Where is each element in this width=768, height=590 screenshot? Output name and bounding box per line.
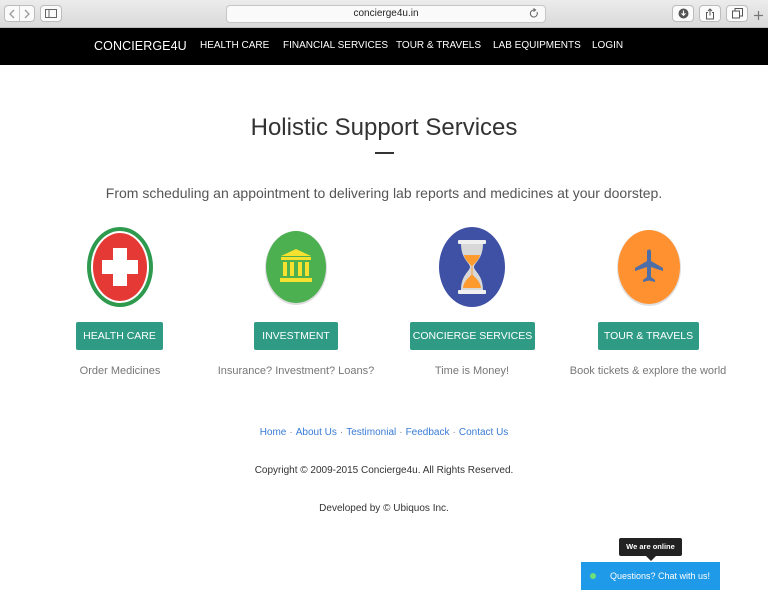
bank-icon [261, 225, 331, 309]
footer-separator: · [289, 427, 293, 438]
tour-travels-button[interactable]: TOUR & TRAVELS [598, 322, 699, 350]
health-care-caption: Order Medicines [79, 365, 161, 377]
back-icon[interactable] [5, 6, 19, 21]
tabs-icon[interactable] [726, 5, 748, 22]
forward-icon[interactable] [20, 6, 34, 21]
concierge-services-button[interactable]: CONCIERGE SERVICES [410, 322, 535, 350]
browser-toolbar: concierge4u.in [0, 0, 768, 28]
nav-login[interactable]: LOGIN [592, 40, 623, 51]
footer-link-home[interactable]: Home [260, 427, 287, 438]
footer-link-about-us[interactable]: About Us [296, 427, 337, 438]
investment-button[interactable]: INVESTMENT [254, 322, 338, 350]
site-navbar: CONCIERGE4U HEALTH CARE FINANCIAL SERVIC… [0, 28, 768, 65]
airplane-icon [614, 225, 684, 309]
nav-lab-equipments[interactable]: LAB EQUIPMENTS [493, 40, 581, 51]
health-care-button[interactable]: HEALTH CARE [76, 322, 163, 350]
title-divider [375, 152, 394, 154]
online-indicator-icon [590, 573, 596, 579]
footer-link-testimonial[interactable]: Testimonial [346, 427, 396, 438]
hourglass-icon [437, 225, 507, 309]
chat-widget-button[interactable]: Questions? Chat with us! [581, 562, 720, 590]
nav-health-care[interactable]: HEALTH CARE [200, 40, 269, 51]
nav-tour-travels[interactable]: TOUR & TRAVELS [396, 40, 481, 51]
footer-separator: · [339, 427, 344, 438]
chat-label: Questions? Chat with us! [610, 571, 711, 581]
medical-cross-icon [85, 225, 155, 309]
brand-logo[interactable]: CONCIERGE4U [94, 39, 187, 53]
download-icon[interactable] [672, 5, 694, 22]
footer-link-feedback[interactable]: Feedback [406, 427, 450, 438]
sidebar-icon[interactable] [40, 5, 62, 22]
reload-icon[interactable] [529, 8, 539, 25]
concierge-caption: Time is Money! [434, 365, 510, 377]
online-status-tooltip: We are online [619, 538, 682, 561]
footer-link-contact-us[interactable]: Contact Us [459, 427, 508, 438]
footer-links: Home · About Us · Testimonial · Feedback · Conta… [0, 427, 768, 438]
nav-financial-services[interactable]: FINANCIAL SERVICES [283, 40, 388, 51]
url-text: concierge4u.in [353, 8, 419, 19]
footer-separator: · [399, 427, 403, 438]
investment-caption: Insurance? Investment? Loans? [217, 365, 375, 377]
page-subtitle: From scheduling an appointment to delive… [105, 185, 663, 201]
history-nav [4, 5, 35, 22]
tour-travels-caption: Book tickets & explore the world [569, 365, 727, 377]
share-icon[interactable] [699, 5, 721, 22]
footer-separator: · [452, 427, 456, 438]
new-tab-icon[interactable] [753, 8, 764, 26]
address-bar[interactable]: concierge4u.in [226, 5, 546, 23]
page-title: Holistic Support Services [250, 114, 518, 141]
developed-by-text: Developed by © Ubiquos Inc. [319, 503, 449, 514]
copyright-text: Copyright © 2009-2015 Concierge4u. All R… [254, 465, 514, 476]
